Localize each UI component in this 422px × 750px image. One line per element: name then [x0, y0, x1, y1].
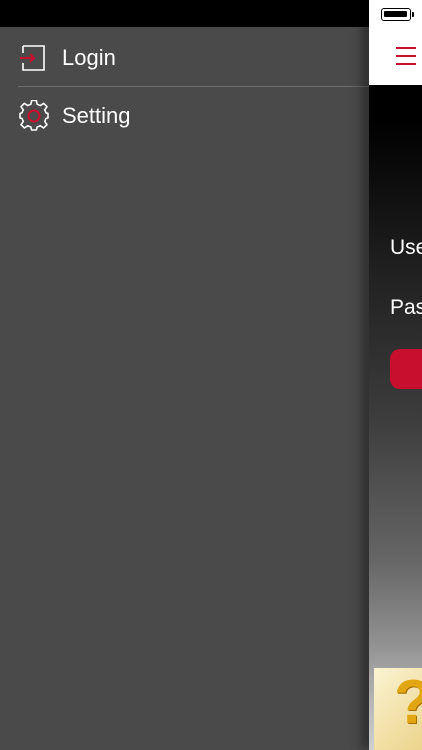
username-label: Use — [390, 236, 422, 259]
menu-item-setting[interactable]: Setting — [0, 87, 369, 145]
status-bar — [0, 0, 369, 27]
menu-item-label: Login — [62, 45, 116, 70]
help-banner[interactable]: ? — [374, 668, 422, 750]
menu-item-login[interactable]: Login — [0, 29, 369, 87]
login-button[interactable] — [390, 349, 422, 389]
gear-icon — [19, 100, 49, 131]
top-nav-bar — [369, 27, 422, 85]
app-screen: Login Setting Use Pas ? — [0, 0, 422, 750]
side-menu: Login Setting — [0, 27, 369, 750]
status-bar-right — [369, 0, 422, 27]
battery-tip — [412, 12, 414, 17]
menu-item-label: Setting — [62, 103, 131, 128]
hamburger-menu-icon[interactable] — [396, 47, 416, 65]
battery-icon — [381, 8, 411, 21]
password-label: Pas — [390, 296, 422, 319]
login-icon — [20, 45, 45, 71]
question-mark-icon: ? — [394, 672, 422, 734]
main-content-peek[interactable]: Use Pas ? — [369, 0, 422, 750]
